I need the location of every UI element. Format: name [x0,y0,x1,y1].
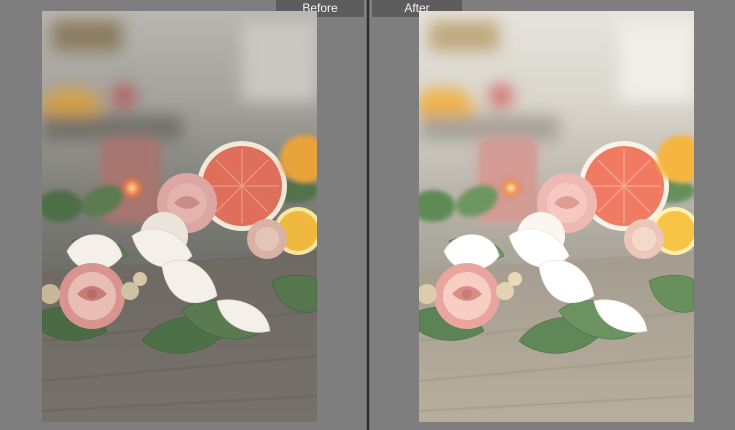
after-photo[interactable] [419,11,694,422]
before-photo-image [42,11,317,422]
after-photo-image [419,11,694,422]
after-pane: After [370,0,735,430]
before-pane: Before [0,0,366,430]
before-photo[interactable] [42,11,317,422]
before-after-compare-view: Before After [0,0,735,430]
